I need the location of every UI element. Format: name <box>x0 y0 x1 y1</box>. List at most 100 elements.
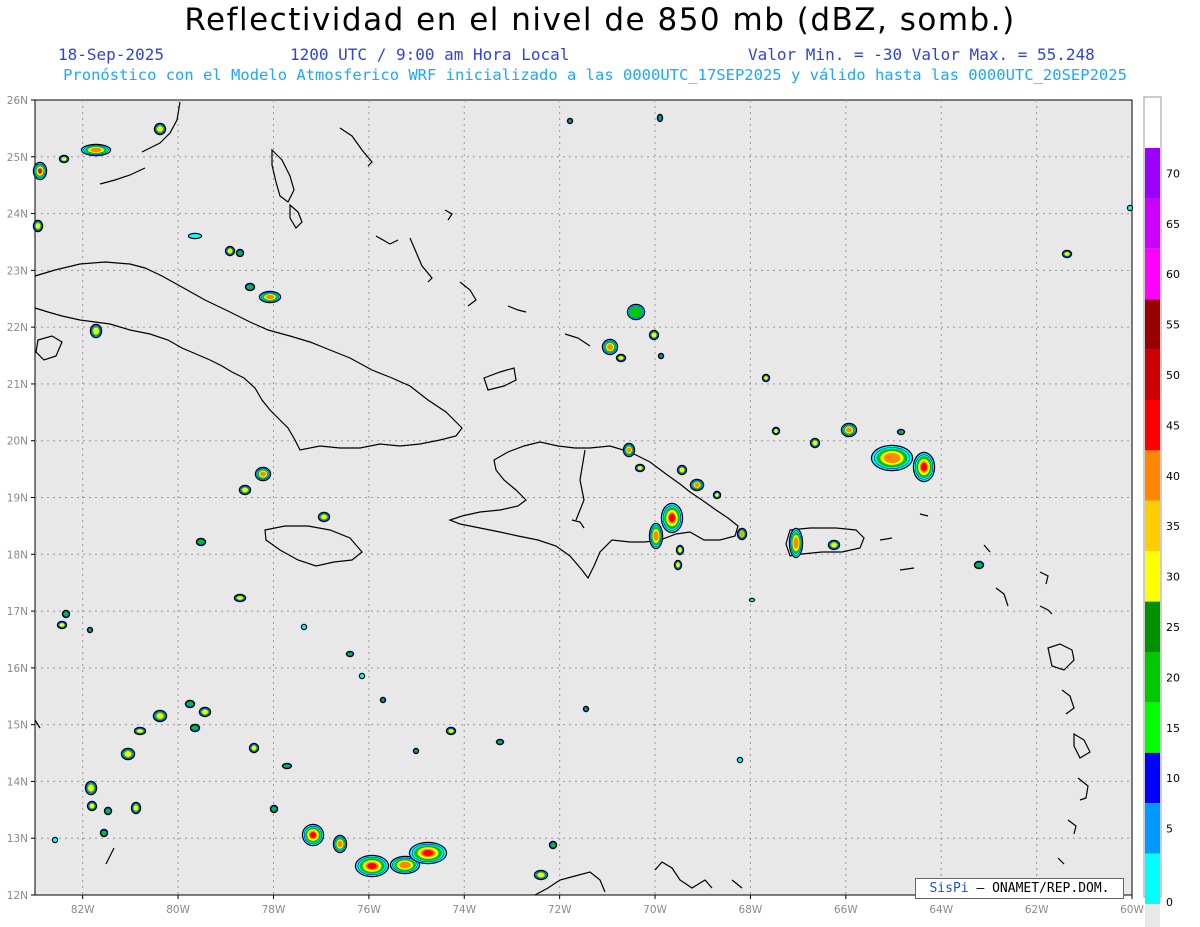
cell-level <box>189 234 201 238</box>
cell-level <box>360 674 364 678</box>
colorbar-label: 40 <box>1166 470 1180 483</box>
lon-label: 66W <box>834 904 858 916</box>
lat-label: 14N <box>7 776 28 788</box>
cell-level <box>302 625 306 629</box>
reflectivity-cell <box>281 762 293 770</box>
cell-level <box>227 248 233 254</box>
credit-box: SisPi – ONAMET/REP.DOM. <box>915 878 1124 899</box>
colorbar-segment <box>1145 652 1160 703</box>
cell-level <box>321 514 327 520</box>
reflectivity-cell <box>354 854 390 878</box>
colorbar-label: 25 <box>1166 621 1180 634</box>
reflectivity-cell <box>195 537 207 547</box>
reflectivity-cell <box>224 245 236 257</box>
reflectivity-cell <box>58 154 70 164</box>
reflectivity-cell <box>673 559 683 571</box>
lon-label: 78W <box>262 904 286 916</box>
reflectivity-cell <box>736 756 744 764</box>
reflectivity-cell <box>648 522 664 550</box>
cell-level <box>197 539 205 545</box>
cell-level <box>618 356 624 360</box>
reflectivity-cell <box>198 706 212 718</box>
colorbar-label: 45 <box>1166 419 1180 432</box>
reflectivity-cell <box>317 511 331 523</box>
colorbar-top-cap <box>1145 98 1160 148</box>
colorbar-label: 10 <box>1166 772 1180 785</box>
lon-label: 68W <box>739 904 763 916</box>
cell-level <box>1128 206 1132 210</box>
colorbar-segment <box>1145 400 1160 451</box>
colorbar-label: 55 <box>1166 319 1180 332</box>
cell-level <box>764 376 768 380</box>
reflectivity-cell <box>1126 204 1134 212</box>
colorbar-segment <box>1145 803 1160 854</box>
reflectivity-cell <box>235 248 245 258</box>
reflectivity-cell <box>184 699 196 709</box>
cell-level <box>750 599 754 601</box>
lon-label: 82W <box>71 904 95 916</box>
reflectivity-cell <box>130 801 142 815</box>
cell-level <box>133 805 139 811</box>
cell-level <box>550 842 556 848</box>
cell-level <box>271 806 277 812</box>
cell-level <box>251 745 257 751</box>
colorbar-label: 5 <box>1166 823 1173 836</box>
reflectivity-cell <box>748 597 756 603</box>
colorbar-segment <box>1145 248 1160 300</box>
colorbar: 0 5 10 15 20 25 30 35 40 45 50 55 60 65 70 <box>1143 96 1180 927</box>
cell-level <box>399 861 411 869</box>
cell-level <box>738 758 742 762</box>
cell-level <box>774 429 778 433</box>
credit-org: – ONAMET/REP.DOM. <box>976 881 1110 896</box>
reflectivity-cell <box>51 836 59 844</box>
cell-level <box>658 115 662 121</box>
reflectivity-cell <box>660 502 684 534</box>
cell-level <box>237 596 243 600</box>
colorbar-label: 20 <box>1166 671 1180 684</box>
cell-level <box>265 294 275 300</box>
lat-label: 13N <box>7 833 28 845</box>
colorbar-segment <box>1145 500 1160 552</box>
colorbar-segment <box>1145 853 1160 904</box>
colorbar-segment <box>1145 198 1160 249</box>
reflectivity-cell <box>86 800 98 812</box>
reflectivity-cell <box>56 620 68 630</box>
cell-level <box>124 751 132 757</box>
cell-level <box>975 562 983 568</box>
reflectivity-cell <box>80 143 112 157</box>
reflectivity-cell <box>622 442 636 458</box>
colorbar-bottom-cap <box>1145 904 1160 927</box>
reflectivity-cell <box>99 828 109 838</box>
cell-level <box>242 487 248 493</box>
reflectivity-cell <box>675 544 685 556</box>
cell-level <box>186 701 194 707</box>
colorbar-label: 30 <box>1166 571 1180 584</box>
colorbar-segment <box>1145 551 1160 602</box>
cell-level <box>157 126 163 132</box>
cell-level <box>101 830 107 836</box>
cell-level <box>653 530 659 542</box>
reflectivity-cell <box>896 428 906 436</box>
colorbar-label: 35 <box>1166 520 1180 533</box>
cell-level <box>35 223 41 229</box>
reflectivity-cell <box>258 290 282 304</box>
reflectivity-cell <box>244 282 256 292</box>
reflectivity-cell <box>254 466 272 482</box>
reflectivity-cell <box>300 623 308 631</box>
cell-level <box>448 729 454 733</box>
cell-level <box>715 493 719 497</box>
reflectivity-cell <box>548 840 558 850</box>
reflectivity-cell <box>152 709 168 723</box>
cell-level <box>921 462 927 472</box>
lon-label: 62W <box>1025 904 1049 916</box>
cell-level <box>367 863 377 869</box>
colorbar-label: 70 <box>1166 167 1180 180</box>
reflectivity-cell <box>345 650 355 658</box>
colorbar-label: 60 <box>1166 268 1180 281</box>
reflectivity-cell <box>626 303 646 321</box>
cell-level <box>637 466 643 470</box>
lat-label: 15N <box>7 720 28 732</box>
reflectivity-cell <box>689 478 705 492</box>
lon-label: 60W <box>1120 904 1144 916</box>
cell-level <box>63 611 69 617</box>
